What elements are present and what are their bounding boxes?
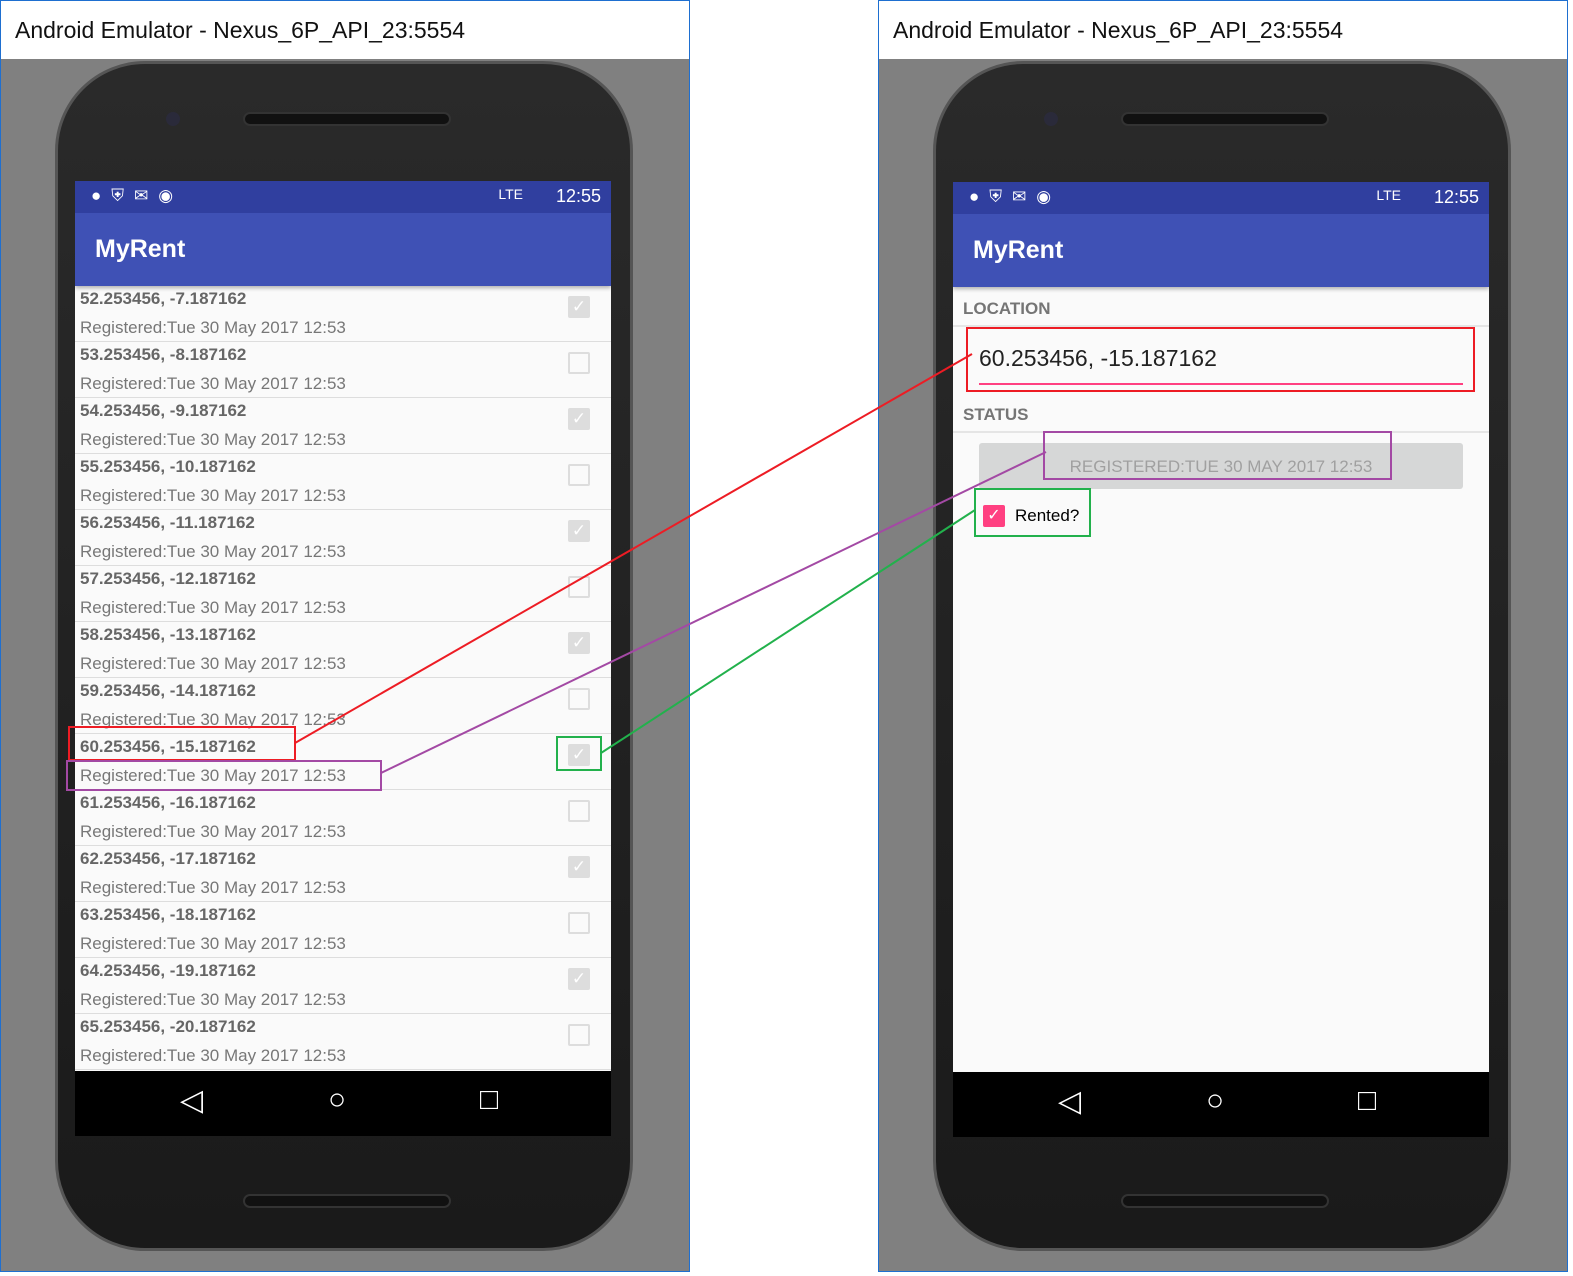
- list-item[interactable]: 62.253456, -17.187162 Registered:Tue 30 …: [75, 846, 611, 902]
- app-title: MyRent: [75, 213, 611, 286]
- item-location: 57.253456, -12.187162: [80, 569, 256, 588]
- window-title: Android Emulator - Nexus_6P_API_23:5554: [879, 1, 1567, 59]
- rented-checkbox[interactable]: ✓: [568, 408, 590, 430]
- notification-icons: ●⛨✉◉: [91, 186, 184, 205]
- rented-label: Rented?: [1015, 506, 1080, 525]
- nav-bar: ◁ ○ □: [75, 1071, 611, 1136]
- rented-checkbox[interactable]: ✓: [568, 296, 590, 318]
- list-item[interactable]: 55.253456, -10.187162 Registered:Tue 30 …: [75, 454, 611, 510]
- camera-icon: [1044, 112, 1058, 126]
- list-item[interactable]: 60.253456, -15.187162 Registered:Tue 30 …: [75, 734, 611, 790]
- item-location: 61.253456, -16.187162: [80, 793, 256, 812]
- item-registered: Registered:Tue 30 May 2017 12:53: [80, 990, 346, 1009]
- item-registered: Registered:Tue 30 May 2017 12:53: [80, 654, 346, 673]
- item-location: 60.253456, -15.187162: [80, 737, 256, 756]
- speaker-bottom: [243, 1194, 451, 1208]
- recents-icon[interactable]: □: [480, 1083, 498, 1117]
- item-location: 59.253456, -14.187162: [80, 681, 256, 700]
- emulator-window-detail: Android Emulator - Nexus_6P_API_23:5554 …: [878, 0, 1568, 1272]
- list-item[interactable]: 56.253456, -11.187162 Registered:Tue 30 …: [75, 510, 611, 566]
- location-input[interactable]: 60.253456, -15.187162: [979, 345, 1463, 385]
- item-registered: Registered:Tue 30 May 2017 12:53: [80, 598, 346, 617]
- rented-checkbox[interactable]: [568, 800, 590, 822]
- item-registered: Registered:Tue 30 May 2017 12:53: [80, 1046, 346, 1065]
- signal-icon: LTE: [1376, 187, 1401, 203]
- emulator-window-list: Android Emulator - Nexus_6P_API_23:5554 …: [0, 0, 690, 1272]
- checkbox-checked-icon: ✓: [983, 505, 1005, 527]
- rented-checkbox[interactable]: [568, 576, 590, 598]
- item-registered: Registered:Tue 30 May 2017 12:53: [80, 374, 346, 393]
- status-time: 12:55: [1433, 187, 1479, 207]
- list-item[interactable]: 63.253456, -18.187162 Registered:Tue 30 …: [75, 902, 611, 958]
- camera-icon: [166, 112, 180, 126]
- rented-checkbox[interactable]: [568, 912, 590, 934]
- list-item[interactable]: 54.253456, -9.187162 Registered:Tue 30 M…: [75, 398, 611, 454]
- home-icon[interactable]: ○: [328, 1083, 346, 1117]
- rented-checkbox[interactable]: ✓: [568, 520, 590, 542]
- item-registered: Registered:Tue 30 May 2017 12:53: [80, 486, 346, 505]
- list-item[interactable]: 61.253456, -16.187162 Registered:Tue 30 …: [75, 790, 611, 846]
- list-screen: ●⛨✉◉ LTE 12:55 MyRent 52.253456, -7.1871…: [75, 181, 611, 1136]
- back-icon[interactable]: ◁: [180, 1083, 203, 1118]
- list-item[interactable]: 64.253456, -19.187162 Registered:Tue 30 …: [75, 958, 611, 1014]
- detail-screen: ●⛨✉◉ LTE 12:55 MyRent LOCATION 60.253456…: [953, 182, 1489, 1137]
- item-registered: Registered:Tue 30 May 2017 12:53: [80, 934, 346, 953]
- list-item[interactable]: 58.253456, -13.187162 Registered:Tue 30 …: [75, 622, 611, 678]
- list-item[interactable]: 52.253456, -7.187162 Registered:Tue 30 M…: [75, 286, 611, 342]
- item-location: 52.253456, -7.187162: [80, 289, 247, 308]
- item-registered: Registered:Tue 30 May 2017 12:53: [80, 878, 346, 897]
- speaker-top: [243, 112, 451, 126]
- list-item[interactable]: 59.253456, -14.187162 Registered:Tue 30 …: [75, 678, 611, 734]
- speaker-top: [1121, 112, 1329, 126]
- item-registered: Registered:Tue 30 May 2017 12:53: [80, 766, 346, 785]
- item-location: 54.253456, -9.187162: [80, 401, 247, 420]
- item-location: 63.253456, -18.187162: [80, 905, 256, 924]
- rented-checkbox[interactable]: ✓: [568, 856, 590, 878]
- item-location: 55.253456, -10.187162: [80, 457, 256, 476]
- item-location: 62.253456, -17.187162: [80, 849, 256, 868]
- item-location: 56.253456, -11.187162: [80, 513, 255, 532]
- list-item[interactable]: 53.253456, -8.187162 Registered:Tue 30 M…: [75, 342, 611, 398]
- status-bar: ●⛨✉◉ LTE 12:55: [75, 181, 611, 213]
- item-registered: Registered:Tue 30 May 2017 12:53: [80, 318, 346, 337]
- status-time: 12:55: [555, 186, 601, 206]
- rented-checkbox[interactable]: ✓: [568, 632, 590, 654]
- item-registered: Registered:Tue 30 May 2017 12:53: [80, 710, 346, 729]
- rented-checkbox[interactable]: ✓: [568, 744, 590, 766]
- speaker-bottom: [1121, 1194, 1329, 1208]
- rented-checkbox[interactable]: [568, 464, 590, 486]
- status-label: STATUS: [953, 393, 1489, 433]
- list-item[interactable]: 65.253456, -20.187162 Registered:Tue 30 …: [75, 1014, 611, 1070]
- app-title: MyRent: [953, 214, 1489, 287]
- rented-checkbox[interactable]: [568, 688, 590, 710]
- window-title: Android Emulator - Nexus_6P_API_23:5554: [1, 1, 689, 59]
- back-icon[interactable]: ◁: [1058, 1084, 1081, 1119]
- item-registered: Registered:Tue 30 May 2017 12:53: [80, 822, 346, 841]
- recents-icon[interactable]: □: [1358, 1084, 1376, 1118]
- item-registered: Registered:Tue 30 May 2017 12:53: [80, 430, 346, 449]
- status-bar: ●⛨✉◉ LTE 12:55: [953, 182, 1489, 214]
- signal-icon: LTE: [498, 186, 523, 202]
- list-item[interactable]: 57.253456, -12.187162 Registered:Tue 30 …: [75, 566, 611, 622]
- location-label: LOCATION: [953, 287, 1489, 327]
- item-location: 65.253456, -20.187162: [80, 1017, 256, 1036]
- residence-list[interactable]: 52.253456, -7.187162 Registered:Tue 30 M…: [75, 286, 611, 1070]
- rented-checkbox[interactable]: ✓: [568, 968, 590, 990]
- item-registered: Registered:Tue 30 May 2017 12:53: [80, 542, 346, 561]
- item-location: 58.253456, -13.187162: [80, 625, 256, 644]
- item-location: 53.253456, -8.187162: [80, 345, 247, 364]
- registered-date-button[interactable]: REGISTERED:TUE 30 MAY 2017 12:53: [979, 443, 1463, 489]
- item-location: 64.253456, -19.187162: [80, 961, 256, 980]
- rented-checkbox[interactable]: [568, 1024, 590, 1046]
- nav-bar: ◁ ○ □: [953, 1072, 1489, 1137]
- rented-checkbox[interactable]: ✓ Rented?: [983, 505, 1489, 527]
- notification-icons: ●⛨✉◉: [969, 187, 1062, 206]
- home-icon[interactable]: ○: [1206, 1084, 1224, 1118]
- rented-checkbox[interactable]: [568, 352, 590, 374]
